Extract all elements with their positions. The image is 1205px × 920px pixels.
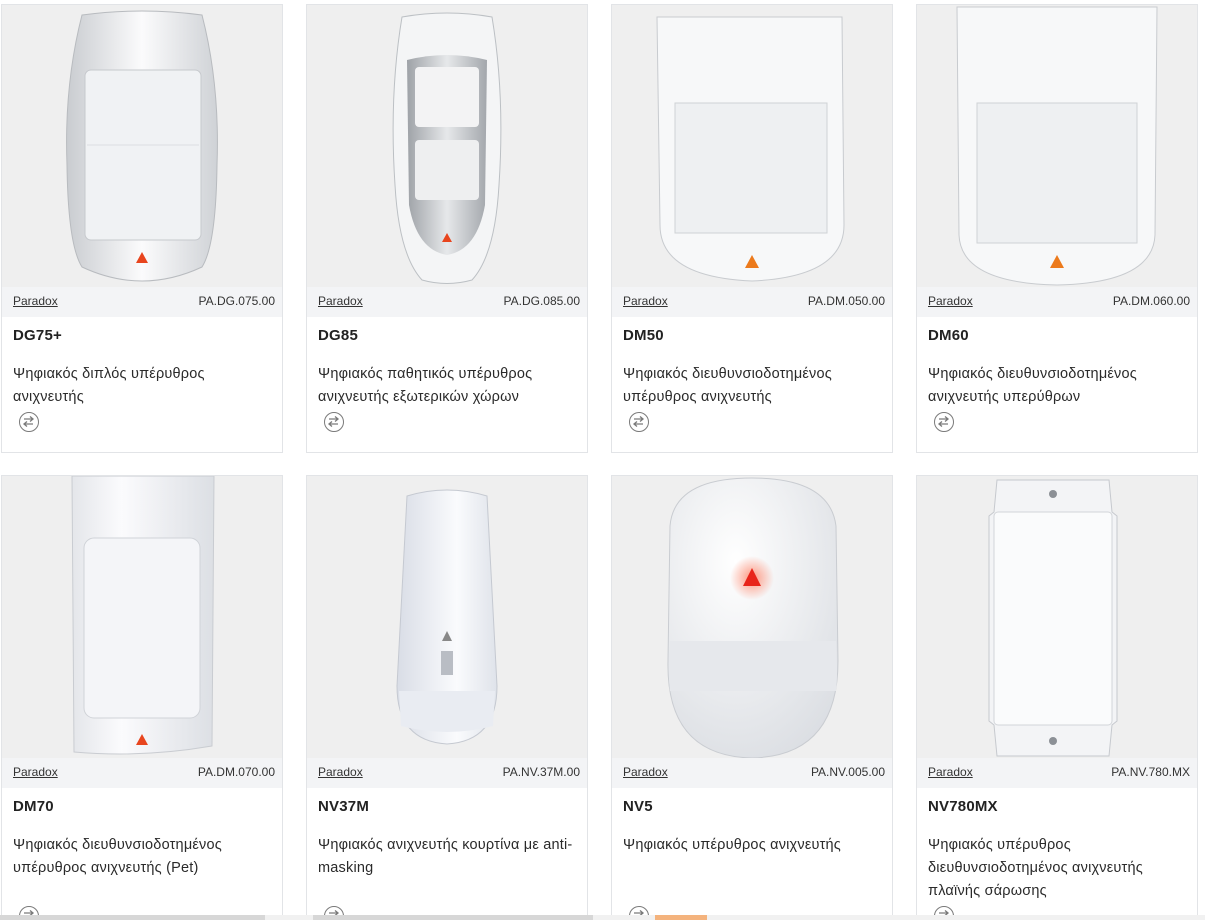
product-sku: PA.NV.780.MX xyxy=(1111,765,1190,779)
product-description: Ψηφιακός διευθυνσιοδοτημένος υπέρυθρος α… xyxy=(13,837,222,876)
scrollbar-segment[interactable] xyxy=(0,915,265,920)
product-meta: Paradox PA.NV.37M.00 xyxy=(307,758,587,788)
product-grid: Paradox PA.DG.075.00 DG75+ Ψηφιακός διπλ… xyxy=(0,0,1205,920)
product-title[interactable]: DG85 xyxy=(318,327,358,344)
product-card[interactable]: Paradox PA.NV.780.MX NV780MX Ψηφιακός υπ… xyxy=(916,475,1198,920)
product-description: Ψηφιακός υπέρυθρος διευθυνσιοδοτημένος α… xyxy=(928,837,1143,899)
product-meta: Paradox PA.DG.085.00 xyxy=(307,287,587,317)
product-description: Ψηφιακός διευθυνσιοδοτημένος ανιχνευτής … xyxy=(928,366,1137,405)
product-image[interactable] xyxy=(917,476,1197,758)
product-description: Ψηφιακός διπλός υπέρυθρος ανιχνευτής xyxy=(13,366,205,405)
motion-detector-image xyxy=(392,12,502,284)
brand-link[interactable]: Paradox xyxy=(623,294,668,308)
compare-arrows-icon xyxy=(22,416,35,427)
product-image[interactable] xyxy=(612,476,892,758)
product-meta: Paradox PA.DM.070.00 xyxy=(2,758,282,788)
product-card[interactable]: Paradox PA.DG.075.00 DG75+ Ψηφιακός διπλ… xyxy=(1,4,283,453)
product-meta: Paradox PA.NV.005.00 xyxy=(612,758,892,788)
compare-button[interactable] xyxy=(629,412,649,432)
product-title[interactable]: DM70 xyxy=(13,798,54,815)
compare-arrows-icon xyxy=(632,416,645,427)
product-description: Ψηφιακός υπέρυθρος ανιχνευτής xyxy=(623,837,841,853)
product-card[interactable]: Paradox PA.NV.37M.00 NV37M Ψηφιακός ανιχ… xyxy=(306,475,588,920)
product-title[interactable]: NV5 xyxy=(623,798,653,815)
product-sku: PA.NV.37M.00 xyxy=(502,765,580,779)
brand-link[interactable]: Paradox xyxy=(13,294,58,308)
product-image[interactable] xyxy=(2,476,282,758)
brand-link[interactable]: Paradox xyxy=(318,294,363,308)
product-title[interactable]: DM60 xyxy=(928,327,969,344)
scrollbar-thumb[interactable] xyxy=(655,915,707,920)
product-sku: PA.NV.005.00 xyxy=(810,765,885,779)
product-image[interactable] xyxy=(307,476,587,758)
product-meta: Paradox PA.DM.050.00 xyxy=(612,287,892,317)
motion-detector-image xyxy=(667,477,839,758)
product-sku: PA.DG.085.00 xyxy=(503,294,581,308)
brand-link[interactable]: Paradox xyxy=(318,765,363,779)
brand-link[interactable]: Paradox xyxy=(928,294,973,308)
product-image[interactable] xyxy=(612,5,892,287)
product-title[interactable]: DM50 xyxy=(623,327,664,344)
product-meta: Paradox PA.DM.060.00 xyxy=(917,287,1197,317)
motion-detector-image xyxy=(656,16,845,282)
product-card[interactable]: Paradox PA.DM.060.00 DM60 Ψηφιακός διευθ… xyxy=(916,4,1198,453)
compare-arrows-icon xyxy=(937,416,950,427)
product-sku: PA.DG.075.00 xyxy=(198,294,276,308)
product-description: Ψηφιακός ανιχνευτής κουρτίνα με anti-mas… xyxy=(318,837,573,876)
product-sku: PA.DM.070.00 xyxy=(197,765,275,779)
product-card[interactable]: Paradox PA.DM.070.00 DM70 Ψηφιακός διευθ… xyxy=(1,475,283,920)
compare-button[interactable] xyxy=(19,412,39,432)
compare-button[interactable] xyxy=(934,412,954,432)
motion-detector-image xyxy=(71,476,215,755)
motion-detector-image xyxy=(956,6,1158,286)
motion-detector-image xyxy=(988,479,1118,757)
product-card[interactable]: Paradox PA.DG.085.00 DG85 Ψηφιακός παθητ… xyxy=(306,4,588,453)
product-sku: PA.DM.060.00 xyxy=(1112,294,1190,308)
product-image[interactable] xyxy=(917,5,1197,287)
product-meta: Paradox PA.NV.780.MX xyxy=(917,758,1197,788)
compare-button[interactable] xyxy=(324,412,344,432)
product-description: Ψηφιακός διευθυνσιοδοτημένος υπέρυθρος α… xyxy=(623,366,832,405)
motion-detector-image xyxy=(66,10,218,282)
brand-link[interactable]: Paradox xyxy=(623,765,668,779)
brand-link[interactable]: Paradox xyxy=(928,765,973,779)
motion-detector-image xyxy=(396,489,498,745)
product-description: Ψηφιακός παθητικός υπέρυθρος ανιχνευτής … xyxy=(318,366,533,405)
product-card[interactable]: Paradox PA.NV.005.00 NV5 Ψηφιακός υπέρυθ… xyxy=(611,475,893,920)
brand-link[interactable]: Paradox xyxy=(13,765,58,779)
product-title[interactable]: DG75+ xyxy=(13,327,62,344)
product-meta: Paradox PA.DG.075.00 xyxy=(2,287,282,317)
scrollbar-segment[interactable] xyxy=(313,915,593,920)
product-card[interactable]: Paradox PA.DM.050.00 DM50 Ψηφιακός διευθ… xyxy=(611,4,893,453)
product-title[interactable]: NV780MX xyxy=(928,798,998,815)
product-sku: PA.DM.050.00 xyxy=(807,294,885,308)
product-image[interactable] xyxy=(307,5,587,287)
compare-arrows-icon xyxy=(327,416,340,427)
product-title[interactable]: NV37M xyxy=(318,798,369,815)
product-image[interactable] xyxy=(2,5,282,287)
